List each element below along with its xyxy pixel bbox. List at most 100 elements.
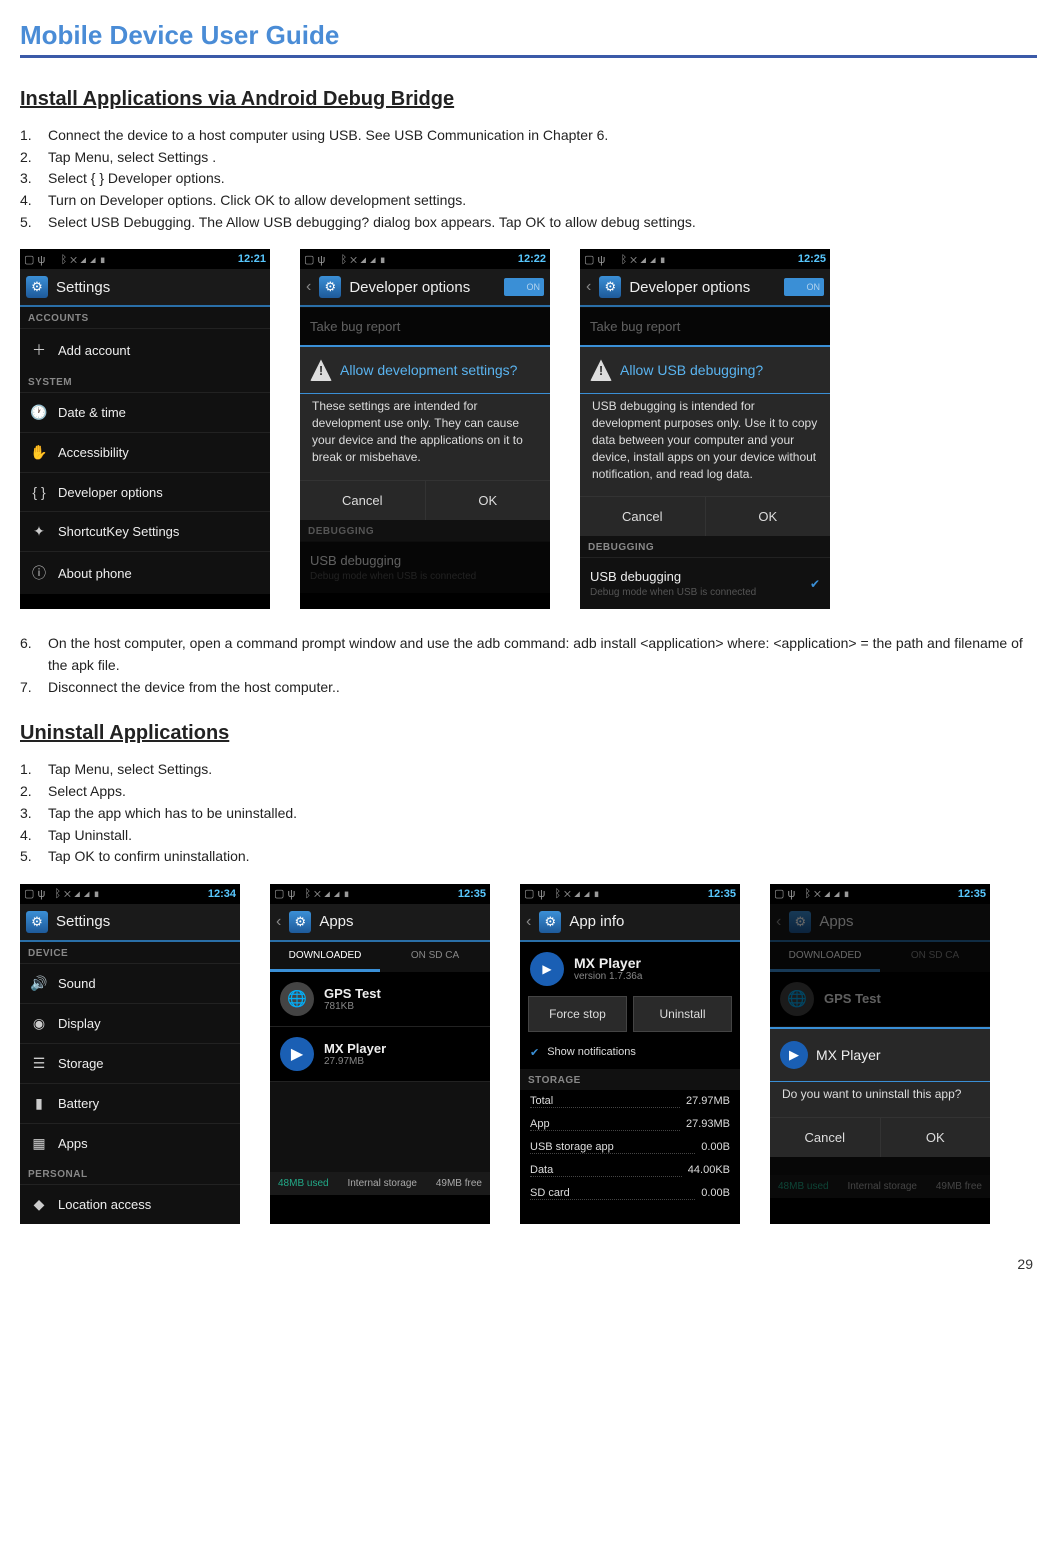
storage-used: 48MB used (278, 1178, 329, 1189)
clock: 12:25 (798, 253, 826, 265)
storage-line: SD card0.00B (520, 1182, 740, 1205)
step: Tap Uninstall. (48, 825, 132, 847)
usb-debugging-dialog: !Allow USB debugging? USB debugging is i… (580, 345, 830, 536)
back-icon[interactable]: ‹ (526, 913, 531, 931)
plus-icon: ＋ (30, 340, 48, 360)
storage-free: 49MB free (436, 1178, 482, 1189)
about-phone-row[interactable]: ⓘAbout phone (20, 551, 270, 594)
hand-icon: ✋ (30, 444, 48, 461)
battery-icon: ▮ (30, 1095, 48, 1112)
usb-debugging-row[interactable]: USB debuggingDebug mode when USB is conn… (580, 557, 830, 609)
screenshot-dev-dialog: ▢ ψ ᛒ ✕ ◢ ◢ ▮12:22 ‹⚙Developer optionsON… (300, 249, 550, 609)
developer-options-row[interactable]: { }Developer options (20, 472, 270, 511)
category-accounts: ACCOUNTS (20, 307, 270, 328)
date-time-row[interactable]: 🕐Date & time (20, 392, 270, 432)
storage-line: App27.93MB (520, 1113, 740, 1136)
location-row[interactable]: ◆Location access (20, 1184, 240, 1224)
appbar-title: Settings (56, 913, 234, 930)
cancel-button[interactable]: Cancel (300, 481, 426, 520)
category-debugging: DEBUGGING (300, 520, 550, 541)
sound-row[interactable]: 🔊Sound (20, 963, 240, 1003)
appbar-title: Apps (319, 913, 484, 930)
back-icon[interactable]: ‹ (276, 913, 281, 931)
app-mxplayer[interactable]: ▶MX Player27.97MB (270, 1027, 490, 1082)
developer-switch[interactable]: ON (504, 278, 544, 296)
storage-icon: ☰ (30, 1055, 48, 1072)
settings-icon: ⚙ (26, 911, 48, 933)
install-steps-1: 1.Connect the device to a host computer … (20, 125, 1037, 233)
step: Select Apps. (48, 781, 126, 803)
screenshot-uninstall-confirm: ▢ ψ ᛒ ✕ ◢ ◢ ▮12:35 ‹⚙Apps DOWNLOADEDON S… (770, 884, 990, 1224)
play-icon: ▶ (280, 1037, 314, 1071)
step: Select { } Developer options. (48, 168, 225, 190)
tab-sd[interactable]: ON SD CA (380, 942, 490, 972)
document-title: Mobile Device User Guide (20, 20, 1037, 58)
cancel-button[interactable]: Cancel (770, 1118, 881, 1157)
clock: 12:34 (208, 888, 236, 900)
apps-icon: ▦ (30, 1135, 48, 1152)
ok-button[interactable]: OK (426, 481, 551, 520)
storage-line: USB storage app0.00B (520, 1136, 740, 1159)
dialog-body: Do you want to uninstall this app? (770, 1081, 990, 1117)
display-icon: ◉ (30, 1015, 48, 1032)
clock: 12:35 (958, 888, 986, 900)
page-number: 29 (1017, 1256, 1033, 1272)
screenshot-usb-dialog: ▢ ψ ᛒ ✕ ◢ ◢ ▮12:25 ‹⚙Developer optionsON… (580, 249, 830, 609)
category-personal: PERSONAL (20, 1163, 240, 1184)
back-icon[interactable]: ‹ (586, 278, 591, 296)
developer-switch[interactable]: ON (784, 278, 824, 296)
install-steps-2: 6.On the host computer, open a command p… (20, 633, 1037, 698)
show-notifications-checkbox[interactable]: ✔Show notifications (520, 1040, 740, 1069)
bug-report-row: Take bug report (300, 307, 550, 345)
step: Disconnect the device from the host comp… (48, 677, 340, 699)
ok-button[interactable]: OK (881, 1118, 991, 1157)
clock-icon: 🕐 (30, 404, 48, 421)
battery-row[interactable]: ▮Battery (20, 1083, 240, 1123)
dialog-title: Allow development settings? (340, 362, 517, 378)
back-icon[interactable]: ‹ (306, 278, 311, 296)
shortcutkey-row[interactable]: ✦ShortcutKey Settings (20, 511, 270, 551)
warning-icon: ! (590, 359, 612, 381)
category-storage: STORAGE (520, 1069, 740, 1090)
tab-downloaded[interactable]: DOWNLOADED (270, 942, 380, 972)
cancel-button[interactable]: Cancel (580, 497, 706, 536)
app-version: version 1.7.36a (574, 971, 642, 982)
appbar-title: Developer options (349, 279, 496, 296)
clock: 12:35 (708, 888, 736, 900)
step: Tap OK to confirm uninstallation. (48, 846, 250, 868)
category-device: DEVICE (20, 942, 240, 963)
play-icon: ▶ (530, 952, 564, 986)
storage-row[interactable]: ☰Storage (20, 1043, 240, 1083)
category-debugging: DEBUGGING (580, 536, 830, 557)
step: Tap Menu, select Settings . (48, 147, 216, 169)
app-gpstest[interactable]: 🌐GPS Test781KB (270, 972, 490, 1027)
braces-icon: { } (30, 484, 48, 500)
checked-icon: ✔ (530, 1046, 539, 1059)
step: Connect the device to a host computer us… (48, 125, 608, 147)
clock: 12:22 (518, 253, 546, 265)
step: Select USB Debugging. The Allow USB debu… (48, 212, 696, 234)
apps-row[interactable]: ▦Apps (20, 1123, 240, 1163)
appbar-title: Settings (56, 279, 264, 296)
force-stop-button[interactable]: Force stop (528, 996, 627, 1032)
screenshot-settings: ▢ ψ ᛒ ✕ ◢ ◢ ▮12:21 ⚙Settings ACCOUNTS ＋A… (20, 249, 270, 609)
uninstall-button[interactable]: Uninstall (633, 996, 732, 1032)
section-uninstall-heading: Uninstall Applications (20, 722, 1037, 745)
screenshot-app-info: ▢ ψ ᛒ ✕ ◢ ◢ ▮12:35 ‹⚙App info ▶MX Player… (520, 884, 740, 1224)
warning-icon: ! (310, 359, 332, 381)
screenshot-apps-list: ▢ ψ ᛒ ✕ ◢ ◢ ▮12:35 ‹⚙Apps DOWNLOADEDON S… (270, 884, 490, 1224)
step: Turn on Developer options. Click OK to a… (48, 190, 466, 212)
status-icons: ▢ ψ ᛒ ✕ ◢ ◢ ▮ (24, 253, 106, 266)
dialog-body: USB debugging is intended for developmen… (580, 393, 830, 496)
display-row[interactable]: ◉Display (20, 1003, 240, 1043)
accessibility-row[interactable]: ✋Accessibility (20, 432, 270, 472)
step: Tap Menu, select Settings. (48, 759, 212, 781)
add-account-row[interactable]: ＋Add account (20, 328, 270, 371)
ok-button[interactable]: OK (706, 497, 831, 536)
globe-icon: 🌐 (780, 982, 814, 1016)
dialog-body: These settings are intended for developm… (300, 393, 550, 479)
play-icon: ▶ (780, 1041, 808, 1069)
location-icon: ◆ (30, 1196, 48, 1213)
usb-debugging-row: USB debuggingDebug mode when USB is conn… (300, 541, 550, 593)
uninstall-dialog: ▶MX Player Do you want to uninstall this… (770, 1027, 990, 1157)
